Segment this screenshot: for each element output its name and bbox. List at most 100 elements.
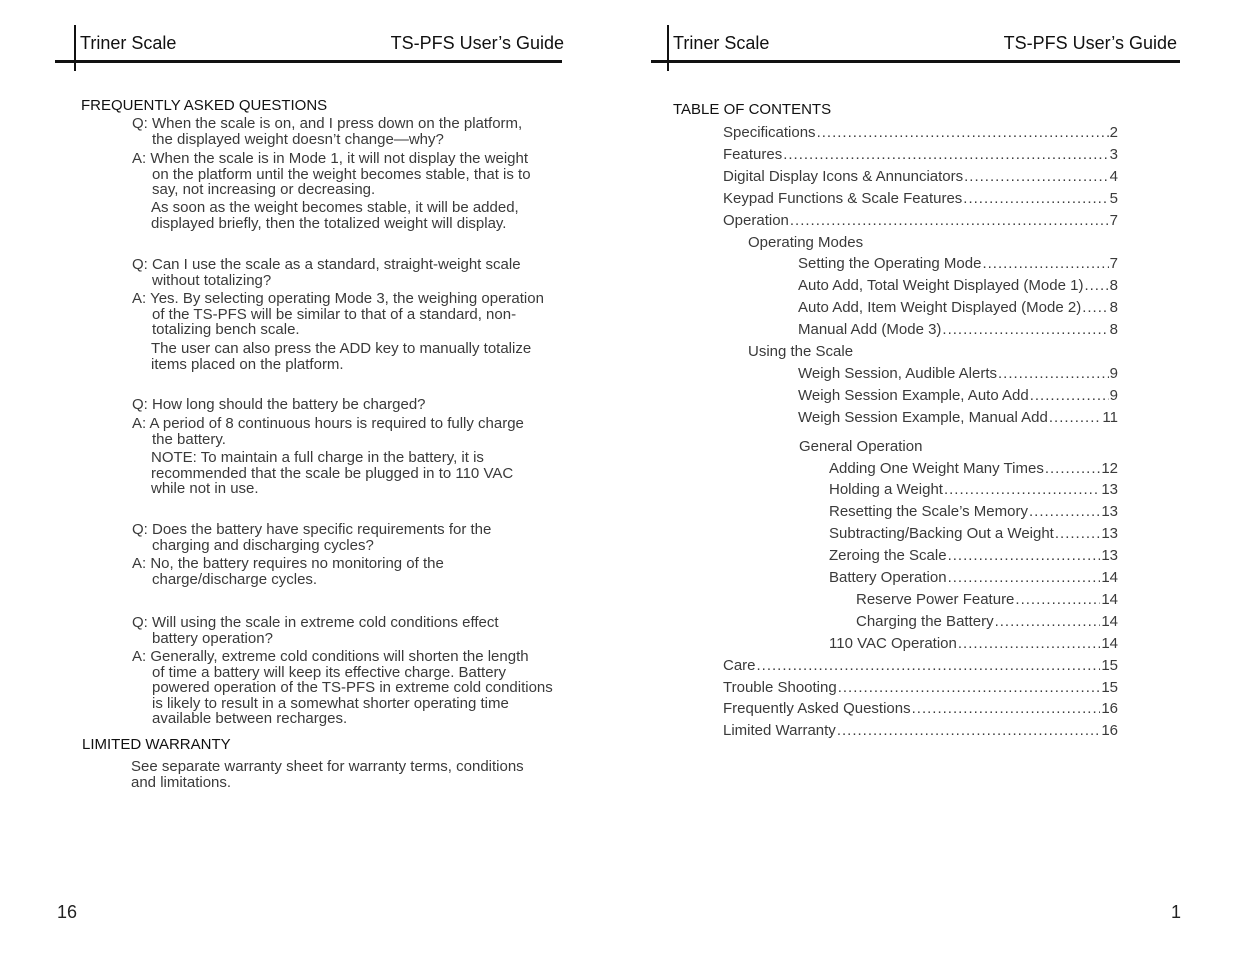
toc-entry[interactable]: Adding One Weight Many Times............… <box>829 458 1118 480</box>
toc-entry-label: Subtracting/Backing Out a Weight <box>829 525 1054 543</box>
dot-leader: ........................................… <box>994 612 1101 630</box>
dot-leader: ........................................… <box>911 700 1101 718</box>
toc-entry-page: 8 <box>1109 277 1118 295</box>
toc-entry-page: 14 <box>1101 590 1118 608</box>
dot-leader: ........................................… <box>942 321 1108 339</box>
text-line: available between recharges. <box>152 710 348 728</box>
warranty-text: See separate warranty sheet for warranty… <box>131 759 524 790</box>
toc-entry-label: Digital Display Icons & Annunciators <box>723 167 964 185</box>
toc-entry[interactable]: Manual Add (Mode 3).....................… <box>798 319 1118 341</box>
toc-entry[interactable]: Trouble Shooting........................… <box>723 677 1118 699</box>
toc-entry[interactable]: Zeroing the Scale.......................… <box>829 545 1118 567</box>
faq-answer: A: Generally, extreme cold conditions wi… <box>132 649 553 727</box>
text-line: totalizing bench scale. <box>152 321 300 339</box>
toc-entry-page: 11 <box>1102 408 1118 426</box>
faq-question: Q: Does the battery have specific requir… <box>132 522 491 553</box>
toc-entry-label: Auto Add, Item Weight Displayed (Mode 2) <box>798 299 1082 317</box>
text-line: A: When the scale is in Mode 1, it will … <box>132 150 529 167</box>
toc-entry-label: Frequently Asked Questions <box>723 700 911 718</box>
text-line: A: A period of 8 continuous hours is req… <box>132 415 524 432</box>
text-line: NOTE: To maintain a full charge in the b… <box>151 449 484 466</box>
toc-entry[interactable]: Charging the Battery....................… <box>856 611 1118 633</box>
toc-entry-label: Limited Warranty <box>723 722 836 740</box>
toc-entry[interactable]: 110 VAC Operation.......................… <box>829 633 1118 655</box>
dot-leader: ........................................… <box>998 364 1109 382</box>
dot-leader: ........................................… <box>756 656 1101 674</box>
toc-entry-label: Trouble Shooting <box>723 678 837 696</box>
toc-entry-page: 9 <box>1109 364 1118 382</box>
toc-entry-label: General Operation <box>799 437 923 455</box>
header-rule <box>651 60 1180 63</box>
text-line: As soon as the weight becomes stable, it… <box>151 199 519 216</box>
toc-entry-page: 5 <box>1109 189 1118 207</box>
toc-entry[interactable]: Weigh Session Example, Manual Add.......… <box>798 407 1118 429</box>
text-line: displayed briefly, then the totalized we… <box>151 214 507 232</box>
dot-leader: ........................................… <box>1028 503 1100 521</box>
dot-leader: ........................................… <box>816 124 1109 141</box>
toc-entry[interactable]: Weigh Session Example, Auto Add.........… <box>798 385 1118 407</box>
toc-entry[interactable]: Features................................… <box>723 144 1118 166</box>
toc-entry-label: Operating Modes <box>748 233 864 251</box>
dot-leader: ........................................… <box>836 722 1101 740</box>
toc-entry-label: Features <box>723 145 783 163</box>
toc-entry[interactable]: Auto Add, Total Weight Displayed (Mode 1… <box>798 275 1118 297</box>
toc-entry[interactable]: Frequently Asked Questions..............… <box>723 698 1118 720</box>
faq-answer: A: A period of 8 continuous hours is req… <box>132 416 524 447</box>
text-line: Q: When the scale is on, and I press dow… <box>132 115 523 132</box>
header-guide-title: TS-PFS User’s Guide <box>390 33 564 53</box>
faq-heading: FREQUENTLY ASKED QUESTIONS <box>81 97 328 114</box>
toc-entry-page: 13 <box>1101 525 1118 543</box>
toc-title: TABLE OF CONTENTS <box>673 101 832 118</box>
toc-entry[interactable]: Setting the Operating Mode..............… <box>798 253 1118 275</box>
toc-entry[interactable]: Holding a Weight........................… <box>829 479 1118 501</box>
toc-entry[interactable]: Using the Scale <box>748 341 853 363</box>
toc-entry[interactable]: Care....................................… <box>723 655 1118 677</box>
toc-entry[interactable]: Specifications..........................… <box>723 122 1118 144</box>
dot-leader: ........................................… <box>982 255 1109 273</box>
toc-entry[interactable]: General Operation <box>799 436 922 458</box>
toc-entry[interactable]: Resetting the Scale’s Memory............… <box>829 501 1118 523</box>
header-vertical-rule <box>667 25 669 71</box>
toc-entry[interactable]: Weigh Session, Audible Alerts...........… <box>798 363 1118 385</box>
toc-entry-page: 16 <box>1101 700 1118 718</box>
page-number: 16 <box>57 902 78 922</box>
text-line: charge/discharge cycles. <box>152 570 318 588</box>
toc-entry[interactable]: Battery Operation.......................… <box>829 567 1118 589</box>
toc-entry-page: 13 <box>1101 547 1118 565</box>
header-rule <box>55 60 562 63</box>
toc-entry-label: Keypad Functions & Scale Features <box>723 189 963 207</box>
toc-entry-label: Reserve Power Feature <box>856 590 1015 608</box>
toc-entry[interactable]: Auto Add, Item Weight Displayed (Mode 2)… <box>798 297 1118 319</box>
text-line: recommended that the scale be plugged in… <box>151 464 514 482</box>
dot-leader: ........................................… <box>1015 590 1100 608</box>
toc-entry-page: 13 <box>1101 481 1118 499</box>
toc-entry-page: 15 <box>1101 656 1118 674</box>
toc-entry-page: 16 <box>1101 722 1118 740</box>
dot-leader: ........................................… <box>783 145 1109 163</box>
text-line: items placed on the platform. <box>151 355 344 373</box>
dot-leader: ........................................… <box>957 634 1100 652</box>
toc-entry[interactable]: Subtracting/Backing Out a Weight........… <box>829 523 1118 545</box>
toc-entry-page: 15 <box>1101 678 1118 696</box>
text-line: the battery. <box>152 430 226 448</box>
toc-entry[interactable]: Reserve Power Feature...................… <box>856 589 1118 611</box>
dot-leader: ........................................… <box>1048 408 1102 426</box>
dot-leader: ........................................… <box>947 569 1101 586</box>
toc-entry[interactable]: Operation...............................… <box>723 210 1118 232</box>
toc-entry[interactable]: Digital Display Icons & Annunciators....… <box>723 166 1118 188</box>
toc-entry[interactable]: Operating Modes <box>748 232 863 254</box>
text-line: charging and discharging cycles? <box>152 536 374 554</box>
text-line: the displayed weight doesn’t change—why? <box>152 130 444 148</box>
dot-leader: ........................................… <box>943 481 1100 499</box>
toc-entry-label: Zeroing the Scale <box>829 547 947 565</box>
toc-entry-label: Holding a Weight <box>829 481 943 499</box>
toc-entry[interactable]: Keypad Functions & Scale Features.......… <box>723 188 1118 210</box>
faq-question: Q: When the scale is on, and I press dow… <box>132 116 522 147</box>
text-line: of the TS-PFS will be similar to that of… <box>152 305 517 323</box>
toc-entry-label: Charging the Battery <box>856 612 994 630</box>
text-line: See separate warranty sheet for warranty… <box>131 758 524 775</box>
header-vertical-rule <box>74 25 76 71</box>
toc-entry-label: Battery Operation <box>829 569 947 586</box>
toc-entry[interactable]: Limited Warranty........................… <box>723 720 1118 742</box>
dot-leader: ........................................… <box>1029 386 1109 404</box>
